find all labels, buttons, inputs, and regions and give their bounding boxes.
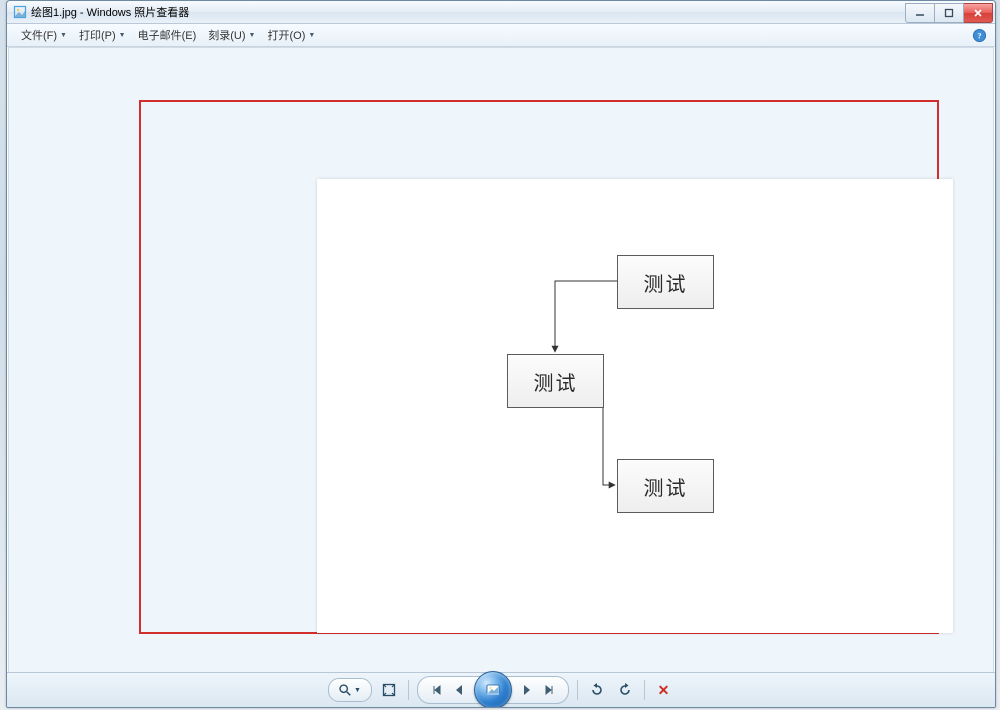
diagram-connectors xyxy=(317,179,953,633)
delete-button[interactable]: ✕ xyxy=(653,679,675,701)
title-bar: 绘图1.jpg - Windows 照片查看器 xyxy=(7,1,995,24)
chevron-down-icon: ▼ xyxy=(354,687,361,694)
window-title: 绘图1.jpg - Windows 照片查看器 xyxy=(31,4,189,20)
viewer-content: 测试 测试 测试 xyxy=(8,47,994,673)
first-button[interactable] xyxy=(428,681,446,699)
last-button[interactable] xyxy=(540,681,558,699)
rotate-cw-icon xyxy=(617,682,633,698)
annotation-frame: 测试 测试 测试 xyxy=(139,100,939,634)
node-label: 测试 xyxy=(644,268,688,297)
menu-file-label: 文件(F) xyxy=(21,27,57,43)
menu-file[interactable]: 文件(F)▼ xyxy=(15,25,73,45)
delete-x-icon: ✕ xyxy=(658,682,670,699)
rotate-cw-button[interactable] xyxy=(614,679,636,701)
menu-email-label: 电子邮件(E) xyxy=(138,27,197,43)
navigation-control xyxy=(417,676,569,704)
rotate-ccw-icon xyxy=(589,682,605,698)
chevron-down-icon: ▼ xyxy=(119,32,126,39)
menu-email[interactable]: 电子邮件(E) xyxy=(132,25,203,45)
rotate-ccw-button[interactable] xyxy=(586,679,608,701)
separator xyxy=(644,680,645,700)
fit-window-button[interactable] xyxy=(378,679,400,701)
viewer-toolbar: ▼ ✕ xyxy=(7,672,995,707)
next-button[interactable] xyxy=(518,681,536,699)
menu-print[interactable]: 打印(P)▼ xyxy=(73,25,132,45)
chevron-down-icon: ▼ xyxy=(249,32,256,39)
separator xyxy=(577,680,578,700)
chevron-down-icon: ▼ xyxy=(60,32,67,39)
app-icon xyxy=(13,5,27,19)
minimize-button[interactable] xyxy=(905,3,935,23)
image-canvas: 测试 测试 测试 xyxy=(317,179,953,633)
menu-burn[interactable]: 刻录(U) ▼ xyxy=(202,25,261,45)
menu-print-label: 打印(P) xyxy=(79,27,116,43)
zoom-control[interactable]: ▼ xyxy=(328,678,372,702)
fit-icon xyxy=(381,682,397,698)
slideshow-icon xyxy=(484,681,502,699)
play-slideshow-button[interactable] xyxy=(474,671,512,708)
menu-bar: 文件(F)▼ 打印(P)▼ 电子邮件(E) 刻录(U)▼ 打开(O)▼ ? xyxy=(7,24,995,47)
previous-button[interactable] xyxy=(450,681,468,699)
menu-open[interactable]: 打开(O)▼ xyxy=(261,25,321,45)
node-label: 测试 xyxy=(644,472,688,501)
separator xyxy=(408,680,409,700)
window-controls xyxy=(905,3,993,21)
svg-text:?: ? xyxy=(977,30,981,40)
menu-open-label: 打开(O) xyxy=(267,27,305,43)
node-label: 测试 xyxy=(534,367,578,396)
app-window: 绘图1.jpg - Windows 照片查看器 文件(F)▼ 打印(P)▼ 电子… xyxy=(6,0,996,708)
maximize-button[interactable] xyxy=(935,3,964,23)
menu-burn-label: 刻录(U) xyxy=(208,27,245,43)
help-button[interactable]: ? xyxy=(971,27,987,43)
diagram: 测试 测试 测试 xyxy=(317,179,953,633)
magnifier-icon xyxy=(338,683,352,697)
diagram-node-3: 测试 xyxy=(617,459,714,513)
close-button[interactable] xyxy=(964,3,993,23)
diagram-node-2: 测试 xyxy=(507,354,604,408)
diagram-node-1: 测试 xyxy=(617,255,714,309)
chevron-down-icon: ▼ xyxy=(308,32,315,39)
